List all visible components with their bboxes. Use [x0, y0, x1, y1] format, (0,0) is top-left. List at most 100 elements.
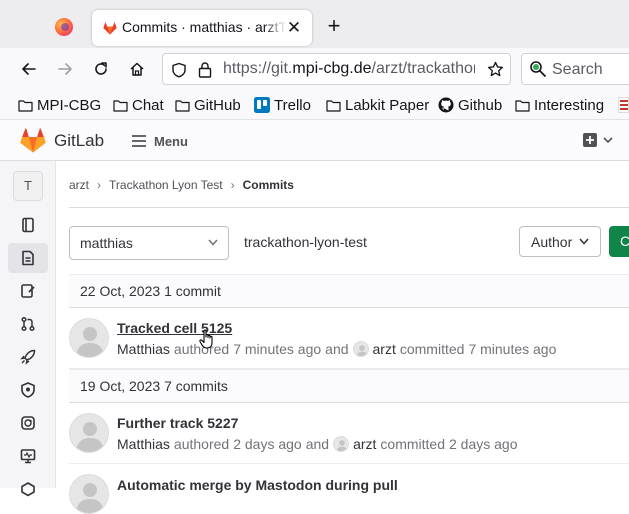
commit-meta: Matthias authored 7 minutes ago and arzt… [117, 341, 557, 357]
bookmark-interesting[interactable]: Interesting [515, 95, 604, 115]
folder-icon [113, 99, 128, 112]
document-icon [22, 250, 34, 266]
branch-name: matthias [80, 235, 133, 251]
url-text[interactable]: https://git.mpi-cbg.de/arzt/trackathon-l… [223, 60, 475, 78]
browser-navigation-bar: https://git.mpi-cbg.de/arzt/trackathon-l… [0, 48, 629, 90]
gitlab-favicon-icon [103, 22, 117, 35]
create-new-dropdown[interactable] [583, 133, 613, 147]
author-name-link[interactable]: Matthias [117, 341, 170, 357]
issues-icon [21, 284, 35, 298]
back-arrow-icon[interactable] [17, 58, 41, 80]
sidebar-item-security[interactable] [8, 375, 48, 405]
commit-title-link[interactable]: Further track 5227 [117, 415, 238, 431]
committed-time: 7 minutes ago [468, 341, 557, 357]
project-sidebar: T [0, 161, 56, 497]
sidebar-item-infrastructure[interactable] [8, 474, 48, 504]
bookmark-chat[interactable]: Chat [113, 95, 164, 115]
bookmark-github[interactable]: Github [438, 95, 502, 115]
sidebar-item-deployments[interactable] [8, 408, 48, 438]
bookmark-trello[interactable]: Trello [254, 95, 311, 115]
menu-button[interactable]: Menu [132, 129, 188, 153]
divider [69, 207, 629, 208]
bookmark-mpi-cbg[interactable]: MPI-CBG [18, 95, 101, 115]
commit-meta: Matthias authored 2 days ago and arzt co… [117, 436, 518, 452]
author-avatar[interactable] [69, 413, 109, 453]
authored-time: 2 days ago [233, 436, 302, 452]
breadcrumb-owner-link[interactable]: arzt [69, 178, 89, 192]
cloud-icon [21, 482, 35, 497]
sidebar-item-merge-requests[interactable] [8, 309, 48, 339]
repository-path[interactable]: trackathon-lyon-test [244, 234, 367, 250]
monitor-icon [20, 449, 36, 464]
commit-row: Tracked cell 5125 Matthias authored 7 mi… [69, 308, 629, 369]
breadcrumb-chevron-icon: › [230, 178, 235, 192]
sidebar-item-repository[interactable] [8, 210, 48, 240]
folder-icon [326, 99, 341, 112]
breadcrumb: arzt › Trackathon Lyon Test › Commits [69, 178, 294, 192]
tab-close-icon[interactable]: ✕ [284, 18, 304, 38]
sidebar-item-commits[interactable] [8, 243, 48, 273]
trello-icon [254, 97, 270, 113]
browser-tab-bar: Commits · matthias · arztTrackathon ✕ + [0, 0, 629, 48]
merge-request-icon [21, 316, 35, 332]
web-search-box[interactable]: Search [521, 53, 629, 85]
folder-icon [515, 99, 530, 112]
sidebar-item-ci-cd[interactable] [8, 342, 48, 372]
reload-icon[interactable] [89, 58, 113, 80]
create-merge-request-button[interactable]: Create [609, 226, 629, 257]
chevron-down-icon [208, 239, 218, 246]
author-avatar[interactable] [69, 318, 109, 358]
firefox-icon[interactable] [55, 18, 73, 36]
rocket-icon [20, 349, 36, 365]
committer-name-link[interactable]: arzt [353, 436, 376, 452]
author-avatar[interactable] [69, 474, 109, 514]
author-filter-button[interactable]: Author [519, 226, 601, 257]
github-icon [438, 97, 454, 113]
hand-cursor-icon [199, 329, 213, 349]
breadcrumb-current[interactable]: Commits [243, 178, 294, 192]
new-tab-plus-icon[interactable]: + [324, 15, 344, 37]
search-placeholder: Search [552, 61, 603, 78]
search-engine-icon [530, 61, 546, 77]
chevron-down-icon [579, 238, 589, 245]
commit-day-header: 22 Oct, 2023 1 commit [69, 274, 629, 308]
branch-selector[interactable]: matthias [69, 226, 229, 260]
project-avatar[interactable]: T [13, 171, 43, 201]
folder-icon [18, 99, 33, 112]
active-browser-tab[interactable]: Commits · matthias · arztTrackathon ✕ [92, 10, 312, 46]
tab-title: Commits · matthias · arztTrackathon [122, 19, 286, 35]
sidebar-item-issues[interactable] [8, 276, 48, 306]
breadcrumb-project-link[interactable]: Trackathon Lyon Test [109, 178, 223, 192]
bookmark-labkit-paper[interactable]: Labkit Paper [326, 95, 429, 115]
gitlab-wordmark[interactable]: GitLab [54, 131, 104, 151]
commit-title-link[interactable]: Automatic merge by Mastodon during pull [117, 477, 398, 493]
commit-row: Further track 5227 Matthias authored 2 d… [69, 403, 629, 464]
authored-time: 7 minutes ago [233, 341, 322, 357]
shield-icon[interactable] [171, 62, 187, 78]
forward-arrow-icon[interactable] [53, 58, 77, 80]
committer-name-link[interactable]: arzt [373, 341, 396, 357]
gitlab-top-bar: GitLab Menu [0, 120, 629, 161]
book-icon [22, 217, 34, 233]
bookmark-github-folder[interactable]: GitHub [175, 95, 241, 115]
lock-icon[interactable] [197, 61, 213, 79]
sidebar-item-monitor[interactable] [8, 441, 48, 471]
deployments-icon [21, 416, 35, 430]
folder-icon [175, 99, 190, 112]
commit-day-header: 19 Oct, 2023 7 commits [69, 369, 629, 403]
committer-avatar[interactable] [352, 341, 369, 357]
bookmarks-toolbar: MPI-CBG Chat GitHub Trello Labkit Paper … [0, 90, 629, 120]
gitlab-tanuki-icon[interactable] [20, 128, 46, 153]
author-name-link[interactable]: Matthias [117, 436, 170, 452]
shield-icon [21, 382, 35, 398]
breadcrumb-chevron-icon: › [97, 178, 102, 192]
home-icon[interactable] [125, 58, 149, 80]
committer-avatar[interactable] [333, 436, 350, 452]
commit-row: Automatic merge by Mastodon during pull [69, 464, 629, 514]
chevron-down-icon [603, 137, 613, 144]
url-bar[interactable]: https://git.mpi-cbg.de/arzt/trackathon-l… [162, 53, 511, 85]
plus-square-icon [583, 133, 597, 147]
hamburger-icon [132, 135, 146, 147]
bookmark-overflow-icon[interactable] [618, 97, 629, 113]
bookmark-star-icon[interactable] [487, 61, 504, 78]
